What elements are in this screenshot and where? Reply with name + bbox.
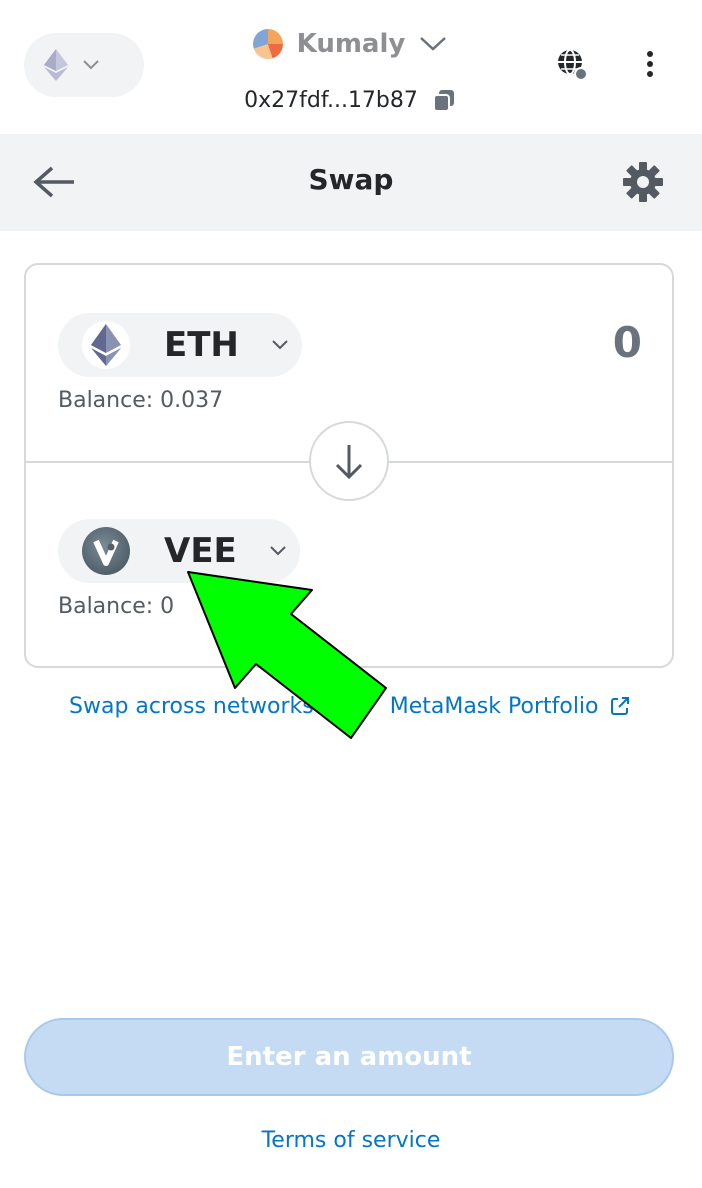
switch-tokens-button[interactable] [309,421,389,501]
chevron-down-icon [272,340,288,350]
chevron-down-icon [83,60,99,70]
external-link-icon [610,697,629,715]
terms-of-service-link[interactable]: Terms of service [0,1128,702,1162]
gear-icon[interactable] [620,159,666,205]
account-address[interactable]: 0x27fdf...17b87 [200,80,500,120]
page-title: Swap [308,162,394,196]
chevron-down-icon [420,37,447,51]
to-balance: Balance: 0 [58,594,175,619]
from-token-symbol: ETH [164,325,239,365]
copy-icon[interactable] [432,88,456,112]
network-selector[interactable] [24,33,144,97]
address-text: 0x27fdf...17b87 [244,87,418,113]
vee-token-icon [82,527,130,575]
portfolio-link-tail: MetaMask Portfolio [389,693,599,719]
arrow-down-icon [335,445,363,480]
ethereum-icon [82,321,130,369]
from-balance: Balance: 0.037 [58,388,224,413]
from-amount-input[interactable]: 0 [560,318,642,374]
account-avatar [252,29,283,59]
annotation-arrow [187,571,387,739]
ethereum-icon [44,49,68,81]
chevron-down-icon [270,546,286,556]
account-name: Kumaly [296,29,406,59]
account-menu[interactable]: Kumaly [240,22,460,66]
enter-amount-button[interactable]: Enter an amount [24,1018,674,1096]
kebab-menu-icon[interactable] [636,48,664,80]
from-token-selector[interactable]: ETH [58,313,302,377]
globe-icon[interactable] [552,44,592,84]
